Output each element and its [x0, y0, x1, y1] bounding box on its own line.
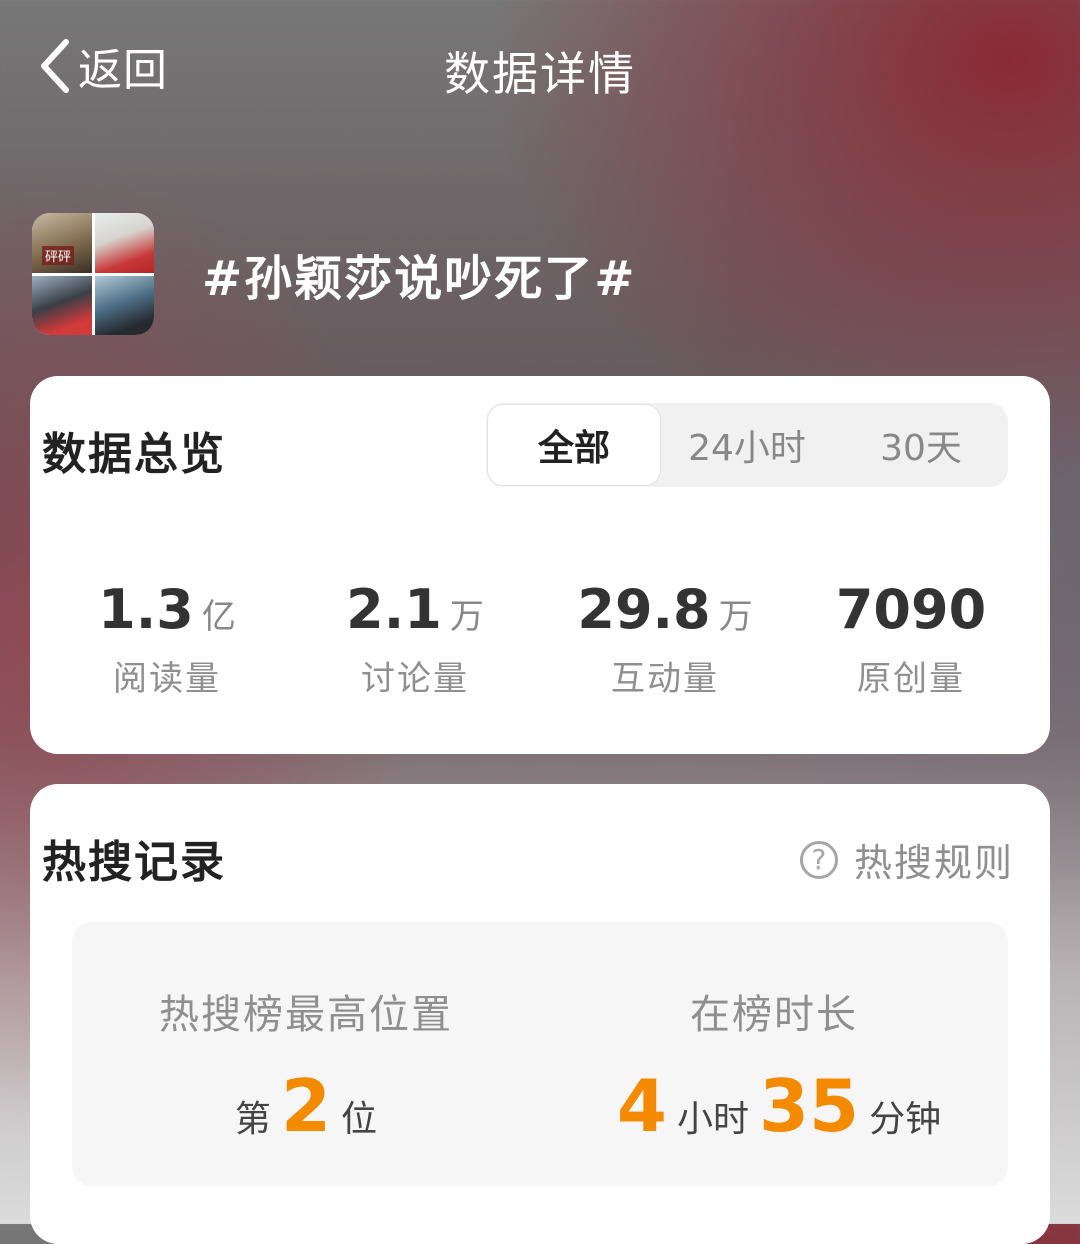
hours-unit: 小时	[676, 1099, 749, 1140]
hot-search-stats: 热搜榜最高位置 第 2 位 在榜时长 4 小时 35 分钟	[72, 922, 1008, 1186]
hot-search-rules-link[interactable]: ? 热搜规则	[799, 832, 1014, 887]
duration-hours: 4	[616, 1064, 667, 1148]
stat-label: 原创量	[857, 659, 965, 699]
tab-30d[interactable]: 30天	[834, 403, 1008, 487]
thumbnail-tile	[32, 275, 92, 335]
stat-reads: 1.3 亿 阅读量	[42, 578, 292, 700]
topic-name: #孙颖莎说吵死了#	[202, 251, 637, 307]
stat-unit: 万	[718, 597, 753, 637]
duration-minutes: 35	[758, 1064, 860, 1148]
stat-label: 讨论量	[361, 659, 469, 699]
hot-search-title: 热搜记录	[42, 837, 226, 888]
peak-number: 2	[280, 1064, 332, 1148]
peak-suffix: 位	[341, 1099, 378, 1140]
page-title: 数据详情	[444, 47, 636, 101]
minutes-unit: 分钟	[869, 1099, 942, 1140]
stat-discussions: 2.1 万 讨论量	[290, 578, 540, 700]
stat-value: 7090	[835, 578, 987, 641]
overview-title: 数据总览	[42, 429, 226, 480]
stat-label: 互动量	[611, 659, 719, 699]
stat-unit: 亿	[201, 597, 236, 637]
stat-value: 2.1	[346, 578, 442, 641]
stat-interactions: 29.8 万 互动量	[540, 578, 790, 700]
rules-label: 热搜规则	[853, 841, 1014, 885]
stat-unit: 万	[449, 597, 484, 637]
peak-prefix: 第	[234, 1099, 271, 1140]
question-circle-icon: ?	[799, 840, 838, 879]
peak-rank-label: 热搜榜最高位置	[159, 992, 453, 1038]
thumbnail-tile	[94, 275, 154, 335]
time-range-segment: 全部 24小时 30天	[486, 403, 1008, 487]
stat-value: 29.8	[577, 578, 711, 641]
topic-header: 砰砰 #孙颖莎说吵死了#	[32, 212, 636, 336]
tab-24h[interactable]: 24小时	[660, 403, 834, 487]
stat-value: 1.3	[98, 578, 194, 641]
duration-label: 在榜时长	[690, 992, 858, 1038]
tab-all[interactable]: 全部	[487, 404, 661, 486]
topic-thumbnail[interactable]: 砰砰	[32, 213, 154, 335]
thumbnail-caption: 砰砰	[42, 245, 75, 265]
duration-value: 4 小时 35 分钟	[540, 1070, 1008, 1142]
navigation-bar: 返回 数据详情	[0, 0, 1080, 140]
thumbnail-tile: 砰砰	[32, 213, 92, 273]
stat-label: 阅读量	[113, 659, 221, 699]
thumbnail-tile	[94, 213, 154, 273]
on-list-duration: 在榜时长 4 小时 35 分钟	[540, 982, 1008, 1142]
peak-rank: 热搜榜最高位置 第 2 位	[72, 982, 540, 1142]
stat-originals: 7090 原创量	[786, 578, 1036, 700]
peak-rank-value: 第 2 位	[72, 1070, 540, 1142]
